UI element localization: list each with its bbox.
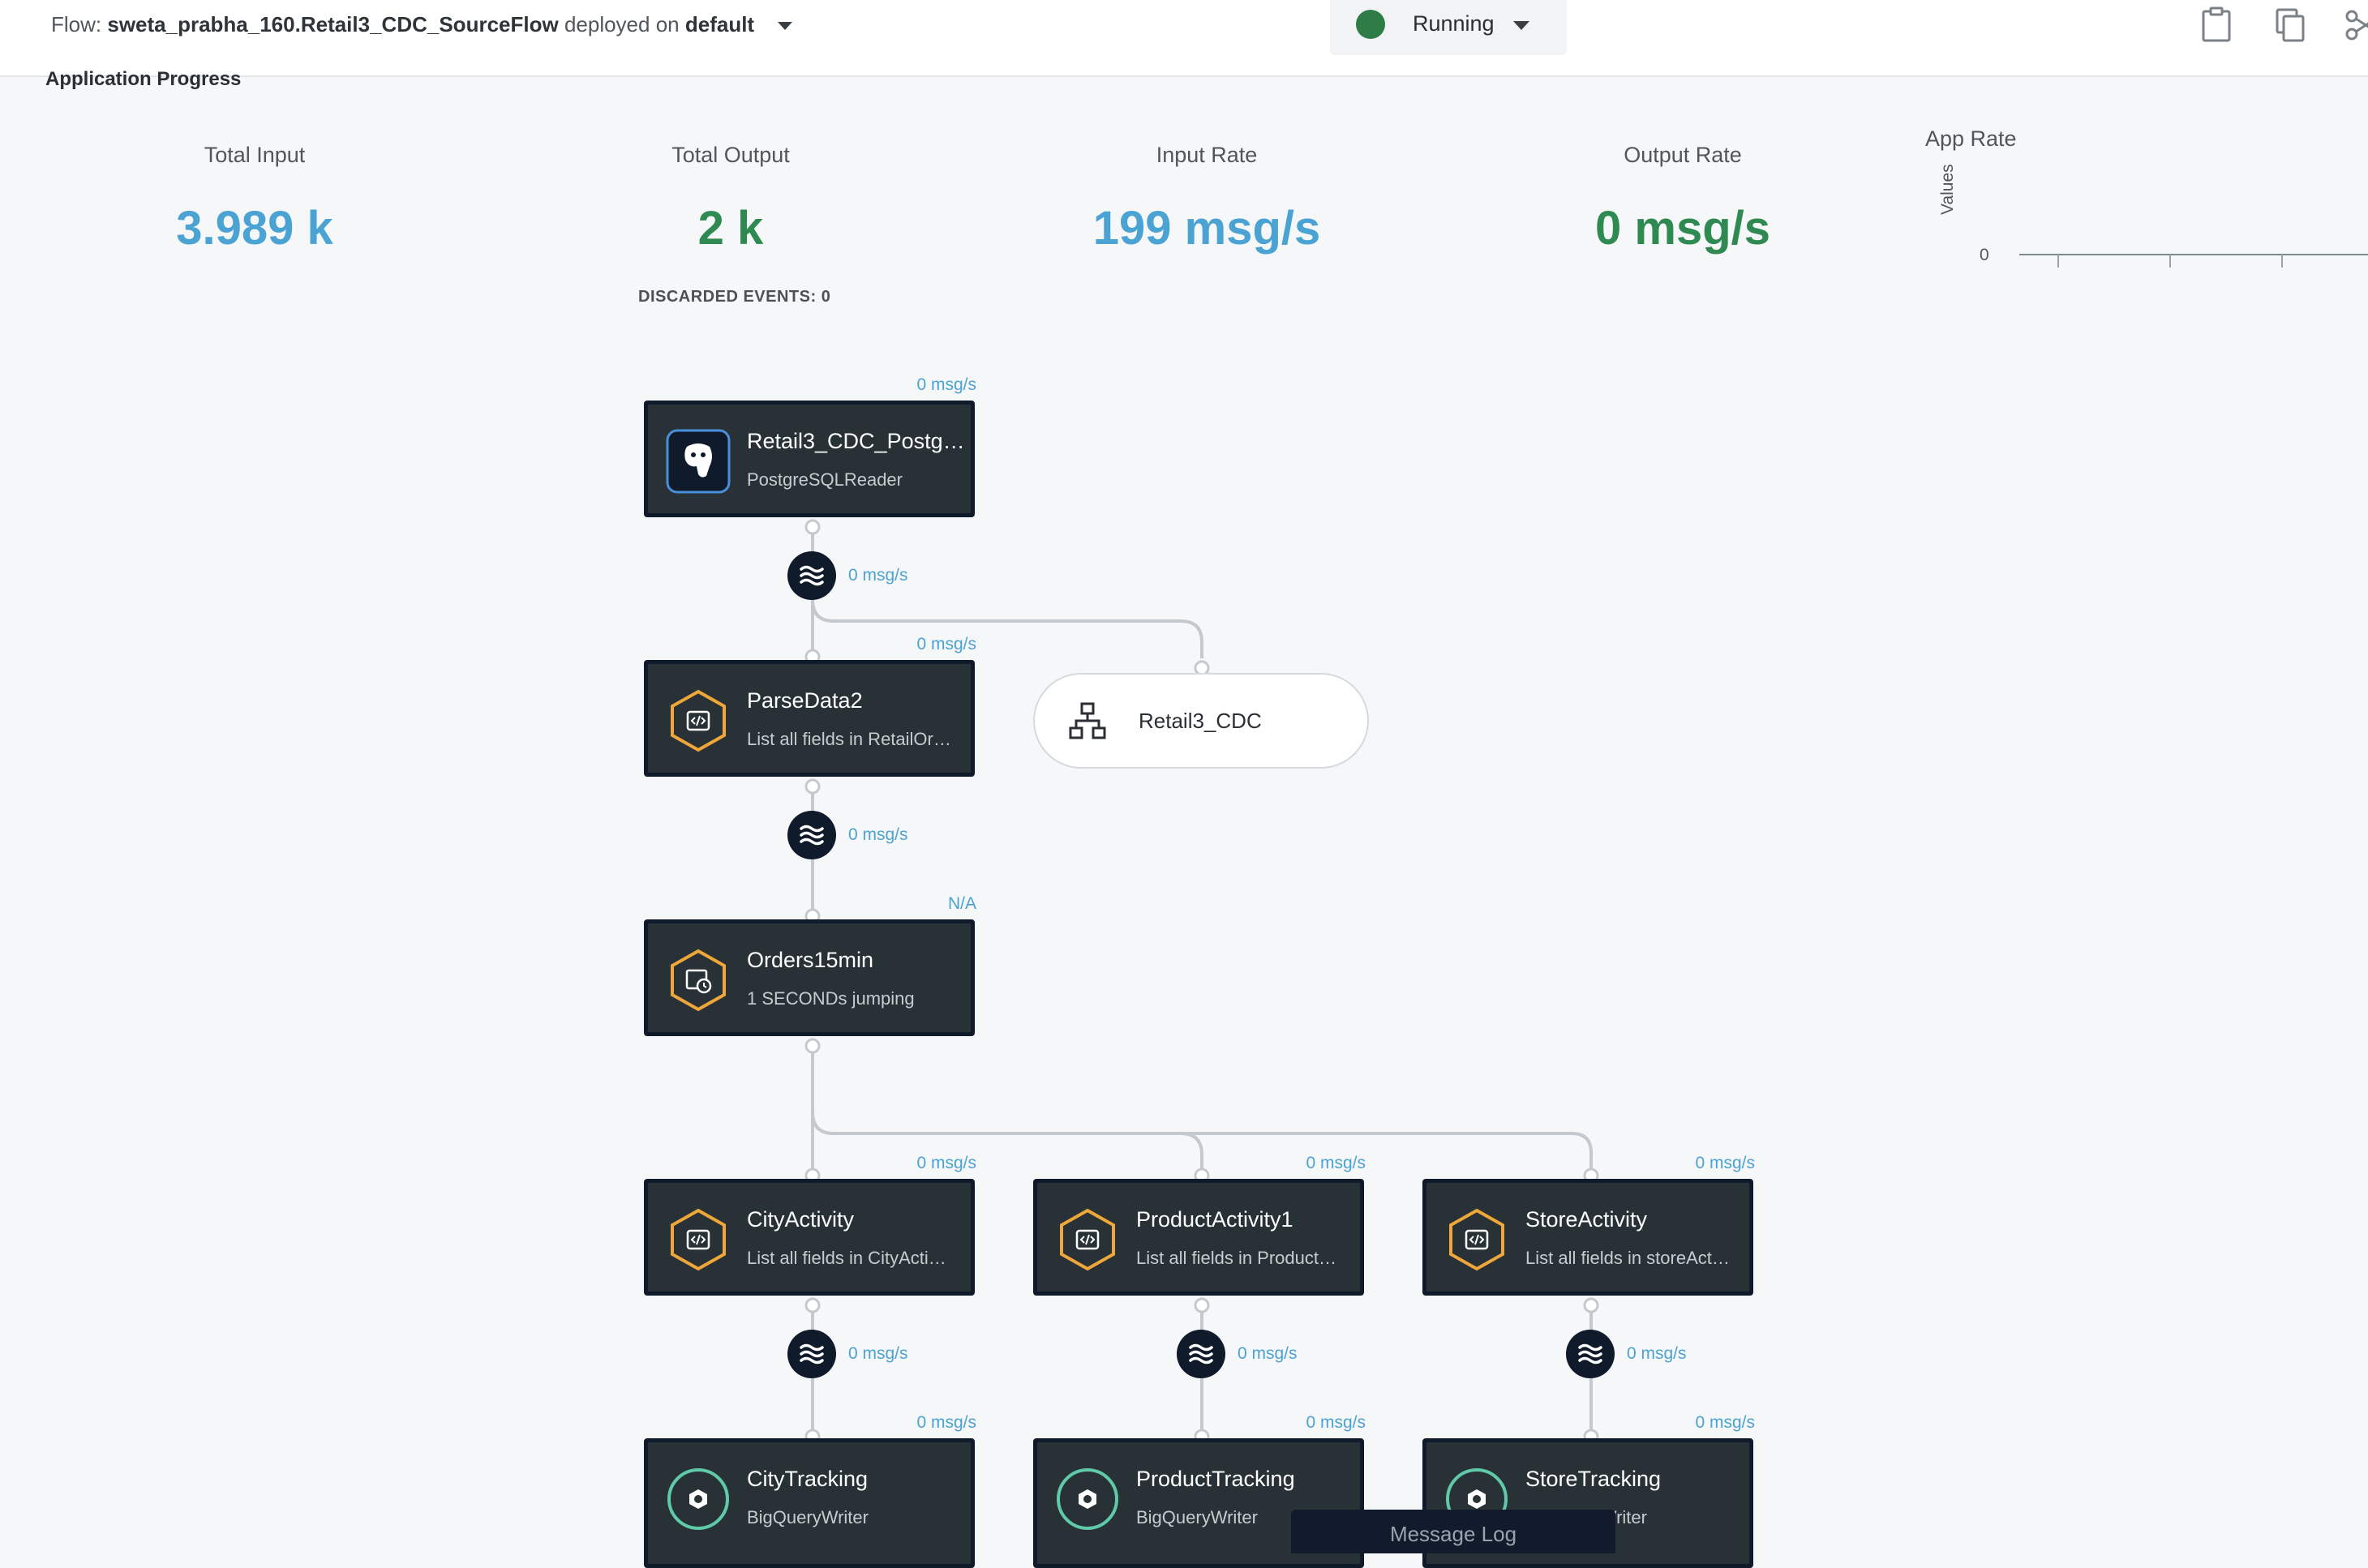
stream-icon[interactable] bbox=[787, 551, 836, 600]
stream-rate: 0 msg/s bbox=[848, 825, 908, 844]
node-citytracking[interactable]: CityTracking BigQueryWriter bbox=[644, 1438, 975, 1568]
node-subtitle: List all fields in CityActi… bbox=[747, 1248, 946, 1268]
stream-icon[interactable] bbox=[787, 1330, 836, 1378]
bigquery-writer-icon bbox=[667, 1468, 729, 1530]
node-rate: N/A bbox=[947, 894, 976, 913]
node-subtitle: List all fields in storeAct… bbox=[1525, 1248, 1730, 1268]
node-name: ProductActivity1 bbox=[1136, 1207, 1293, 1232]
node-rate: 0 msg/s bbox=[916, 635, 976, 653]
hierarchy-icon bbox=[1069, 702, 1106, 739]
window-clock-icon bbox=[671, 949, 726, 1012]
postgresql-icon bbox=[666, 429, 731, 494]
node-rate: 0 msg/s bbox=[1695, 1154, 1755, 1172]
node-rate: 0 msg/s bbox=[1306, 1154, 1366, 1172]
node-rate: 0 msg/s bbox=[1306, 1413, 1366, 1432]
cq-code-icon bbox=[671, 1208, 726, 1271]
node-source[interactable]: Retail3_CDC_Postgr… PostgreSQLReader bbox=[644, 401, 975, 517]
node-name: CityTracking bbox=[747, 1467, 869, 1491]
node-storeactivity[interactable]: StoreActivity List all fields in storeAc… bbox=[1422, 1179, 1753, 1296]
stream-icon[interactable] bbox=[787, 811, 836, 859]
stream-rate: 0 msg/s bbox=[1238, 1344, 1298, 1363]
stream-icon[interactable] bbox=[1566, 1330, 1615, 1378]
cache-name: Retail3_CDC bbox=[1139, 709, 1262, 733]
flow-connectors bbox=[804, 519, 1599, 1445]
node-rate: 0 msg/s bbox=[1695, 1413, 1755, 1432]
node-name: Retail3_CDC_Postgr… bbox=[747, 429, 966, 453]
node-subtitle: BigQueryWriter bbox=[747, 1507, 869, 1527]
stream-rate: 0 msg/s bbox=[848, 1344, 908, 1363]
node-cityactivity[interactable]: CityActivity List all fields in CityActi… bbox=[644, 1179, 975, 1296]
cq-code-icon bbox=[1060, 1208, 1115, 1271]
node-subtitle: List all fields in Product… bbox=[1136, 1248, 1336, 1268]
node-parsedata2[interactable]: ParseData2 List all fields in RetailOr… bbox=[644, 660, 975, 777]
bigquery-writer-icon bbox=[1057, 1468, 1118, 1530]
node-subtitle: 1 SECONDs jumping bbox=[747, 988, 915, 1009]
node-rate: 0 msg/s bbox=[916, 1154, 976, 1172]
node-subtitle: List all fields in RetailOr… bbox=[747, 729, 951, 749]
node-rate: 0 msg/s bbox=[916, 375, 976, 394]
node-orders15min[interactable]: Orders15min 1 SECONDs jumping bbox=[644, 919, 975, 1036]
stream-icon[interactable] bbox=[1177, 1330, 1225, 1378]
message-log-tab[interactable]: Message Log bbox=[1291, 1510, 1615, 1553]
node-subtitle: PostgreSQLReader bbox=[747, 469, 903, 490]
node-rate: 0 msg/s bbox=[916, 1413, 976, 1432]
node-name: Orders15min bbox=[747, 948, 874, 972]
node-name: ProductTracking bbox=[1136, 1467, 1295, 1491]
cq-code-icon bbox=[1449, 1208, 1504, 1271]
node-productactivity1[interactable]: ProductActivity1 List all fields in Prod… bbox=[1033, 1179, 1364, 1296]
node-retail3-cdc[interactable]: Retail3_CDC bbox=[1033, 673, 1369, 769]
cq-code-icon bbox=[671, 689, 726, 752]
node-name: StoreActivity bbox=[1525, 1207, 1648, 1232]
node-name: CityActivity bbox=[747, 1207, 855, 1232]
stream-rate: 0 msg/s bbox=[848, 566, 908, 585]
node-name: StoreTracking bbox=[1525, 1467, 1662, 1491]
stream-rate: 0 msg/s bbox=[1627, 1344, 1687, 1363]
node-name: ParseData2 bbox=[747, 688, 863, 713]
